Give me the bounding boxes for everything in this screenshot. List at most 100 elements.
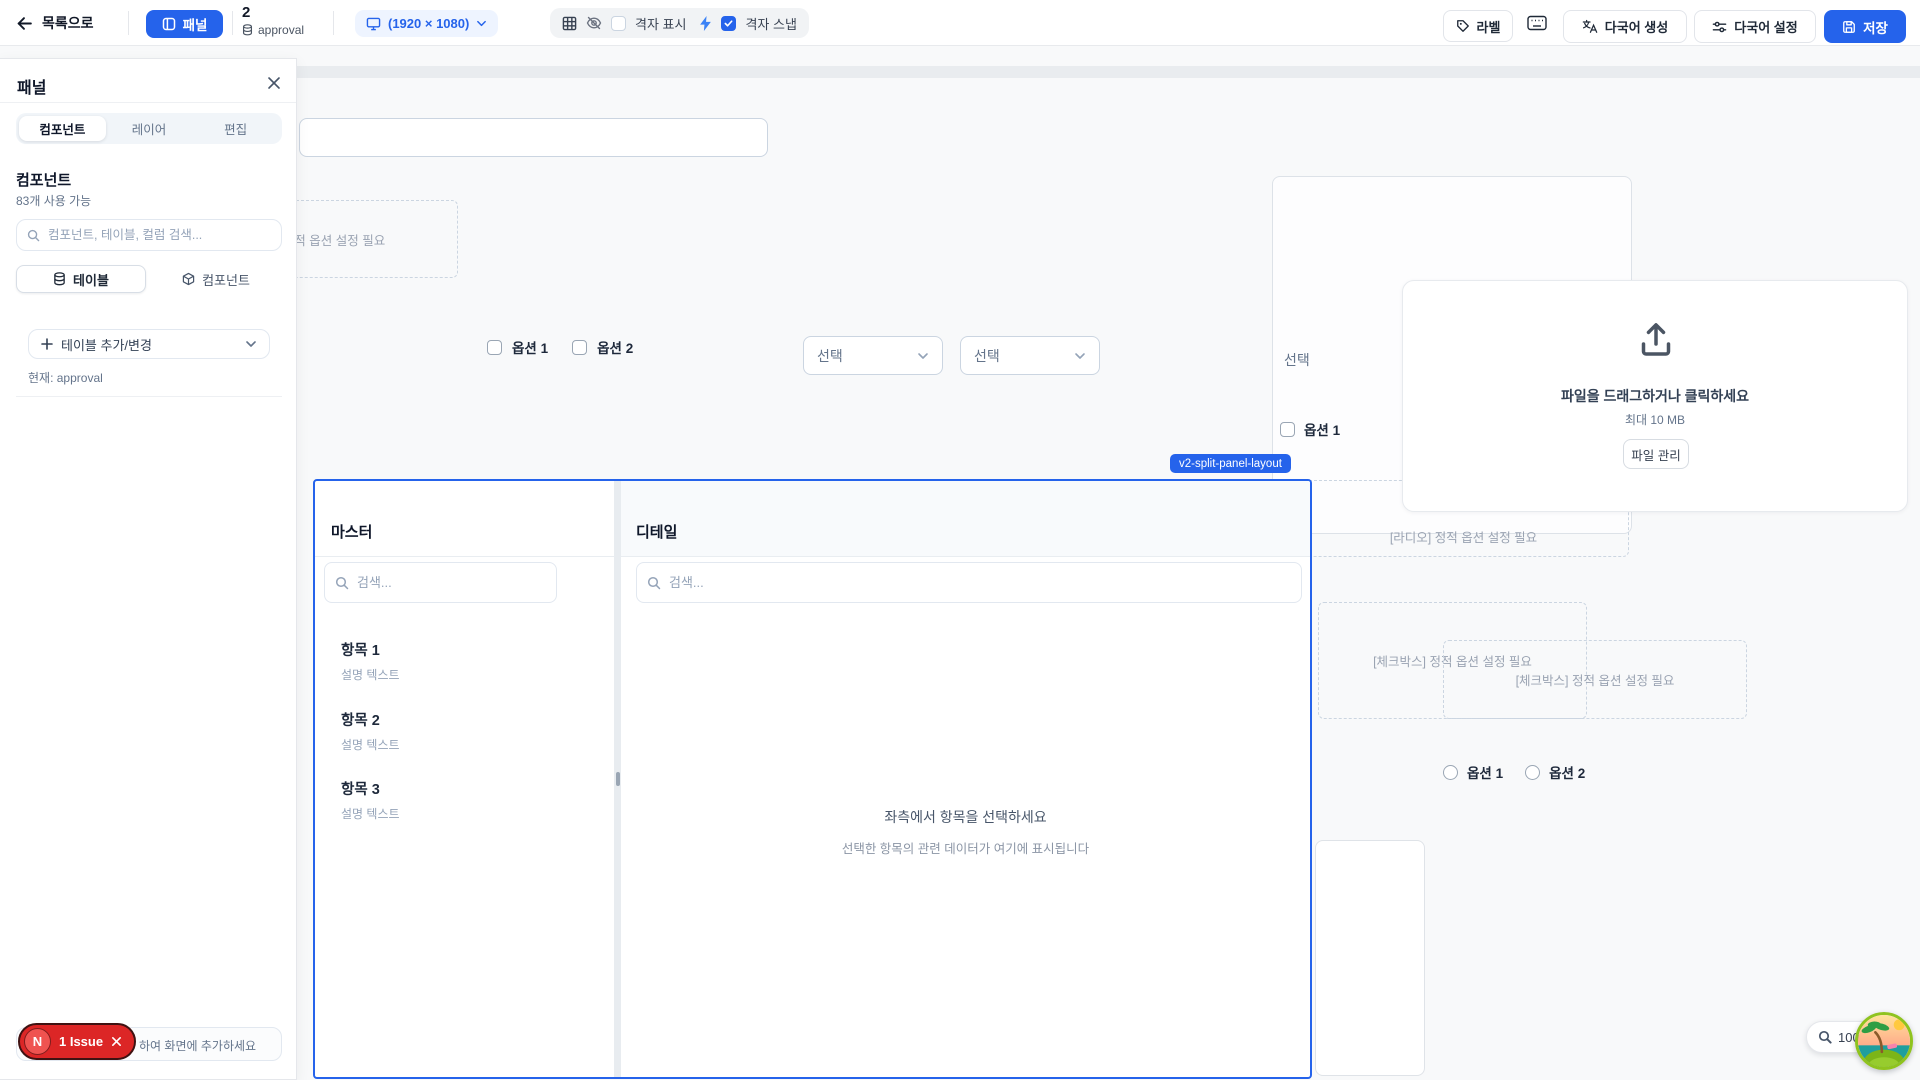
label-button[interactable]: 라벨 (1443, 10, 1513, 42)
close-icon[interactable] (111, 1036, 122, 1047)
save-button-label: 저장 (1863, 17, 1888, 37)
chevron-down-icon (917, 350, 929, 362)
checkbox-option-1[interactable] (487, 340, 502, 355)
panel-title: 패널 (17, 74, 46, 98)
keyboard-icon[interactable] (1527, 15, 1547, 31)
section-title: 컴포넌트 (16, 169, 71, 190)
item-desc: 설명 텍스트 (341, 736, 400, 753)
item-desc: 설명 텍스트 (341, 666, 400, 683)
panel-tabs: 컴포넌트 레이어 편집 (16, 113, 282, 144)
island-avatar[interactable] (1855, 1012, 1913, 1070)
master-header: 마스터 (315, 481, 614, 557)
issue-badge[interactable]: N 1 Issue (18, 1023, 136, 1060)
tables-filter-label: 테이블 (73, 270, 109, 289)
master-list-item[interactable]: 항목 1 설명 텍스트 (341, 639, 400, 683)
container-checkbox[interactable] (1280, 422, 1295, 437)
tables-filter-button[interactable]: 테이블 (16, 265, 146, 293)
section-subtitle: 83개 사용 가능 (16, 192, 91, 209)
item-title: 항목 3 (341, 778, 400, 799)
select-1-value: 선택 (817, 346, 843, 366)
chevron-down-icon (245, 338, 257, 350)
checkbox-static-placeholder-2[interactable]: [체크박스] 정적 옵션 설정 필요 (1443, 640, 1747, 719)
panel-header-divider (0, 102, 296, 103)
back-button[interactable]: 목록으로 (16, 0, 94, 46)
split-panel-component[interactable]: 마스터 항목 1 설명 텍스트 항목 2 설명 텍스트 항목 3 설명 텍스트 (313, 479, 1312, 1079)
radio-static-text: [라디오] 정적 옵션 설정 필요 (1390, 527, 1537, 546)
search-icon (647, 576, 661, 590)
checkbox-static-text-2: [체크박스] 정적 옵션 설정 필요 (1516, 670, 1675, 689)
checkbox-option-1-label: 옵션 1 (512, 337, 548, 357)
select-static-text: 정적 옵션 설정 필요 (283, 230, 385, 249)
detail-empty-state: 좌측에서 항목을 선택하세요 선택한 항목의 관련 데이터가 여기에 표시됩니다 (621, 807, 1310, 857)
label-button-text: 라벨 (1477, 17, 1501, 36)
radio-option-2[interactable] (1525, 765, 1540, 780)
save-icon (1842, 20, 1856, 34)
canvas-empty-box[interactable] (1315, 840, 1425, 1076)
save-button[interactable]: 저장 (1824, 10, 1906, 43)
grid-show-label: 격자 표시 (635, 14, 686, 33)
master-search[interactable] (324, 562, 557, 603)
screen-number: 2 (242, 4, 304, 21)
radio-option-1[interactable] (1443, 765, 1458, 780)
components-filter-button[interactable]: 컴포넌트 (150, 265, 282, 293)
tab-edit[interactable]: 편집 (192, 116, 279, 141)
search-icon (27, 229, 40, 242)
component-search[interactable] (16, 219, 282, 251)
file-upload-card[interactable]: 파일을 드래그하거나 클릭하세요 최대 10 MB 파일 관리 (1402, 280, 1908, 512)
panel-toggle-label: 패널 (183, 14, 208, 34)
upload-icon (1636, 319, 1676, 359)
database-icon (242, 24, 253, 36)
detail-search[interactable] (636, 562, 1302, 603)
plus-icon (41, 338, 53, 350)
panel-left-icon (162, 17, 176, 31)
add-table-dropdown[interactable]: 테이블 추가/변경 (28, 329, 270, 359)
empty-desc: 선택한 항목의 관련 데이터가 여기에 표시됩니다 (621, 838, 1310, 857)
canvas-radio-group: 옵션 1 옵션 2 (1443, 762, 1585, 782)
canvas-checkbox-group: 옵션 1 옵션 2 (487, 337, 633, 357)
split-divider[interactable] (614, 481, 621, 1077)
tab-components[interactable]: 컴포넌트 (19, 116, 106, 141)
add-table-label: 테이블 추가/변경 (61, 335, 237, 354)
master-search-input[interactable] (357, 575, 546, 590)
current-table-label: 현재: approval (28, 369, 103, 386)
chevron-down-icon (1074, 350, 1086, 362)
island-illustration (1858, 1015, 1910, 1067)
tab-layers[interactable]: 레이어 (106, 116, 193, 141)
detail-search-input[interactable] (669, 575, 1291, 590)
upload-limit: 최대 10 MB (1403, 411, 1907, 428)
i18n-settings-button[interactable]: 다국어 설정 (1694, 10, 1816, 43)
eye-off-icon (586, 15, 602, 31)
upload-title: 파일을 드래그하거나 클릭하세요 (1403, 386, 1907, 406)
master-list-item[interactable]: 항목 3 설명 텍스트 (341, 778, 400, 822)
app-root: 정적 옵션 설정 필요 옵션 1 옵션 2 선택 선택 선택 옵션 1 [라디오… (0, 0, 1920, 1080)
canvas-text-input[interactable] (299, 118, 768, 157)
check-icon (724, 19, 733, 28)
issue-badge-logo: N (24, 1028, 51, 1055)
i18n-generate-button[interactable]: 다국어 생성 (1563, 10, 1687, 43)
close-icon[interactable] (267, 76, 281, 90)
translate-icon (1582, 19, 1598, 34)
component-type-badge: v2-split-panel-layout (1170, 454, 1291, 473)
grid-snap-checkbox[interactable] (721, 16, 736, 31)
radio-option-2-label: 옵션 2 (1549, 762, 1585, 782)
panel-toggle-button[interactable]: 패널 (146, 10, 223, 38)
tag-icon (1456, 19, 1470, 33)
top-toolbar: 목록으로 패널 2 approval (1920 × 1080) 격자 표시 (0, 0, 1920, 46)
viewport-size-dropdown[interactable]: (1920 × 1080) (355, 10, 498, 37)
checkbox-option-2[interactable] (572, 340, 587, 355)
component-search-input[interactable] (48, 228, 271, 242)
master-list-item[interactable]: 항목 2 설명 텍스트 (341, 709, 400, 753)
manage-files-button[interactable]: 파일 관리 (1623, 439, 1689, 469)
split-divider-handle[interactable] (616, 772, 620, 786)
canvas-select-1[interactable]: 선택 (803, 336, 943, 375)
screen-table-name: approval (258, 23, 304, 37)
i18n-generate-label: 다국어 생성 (1605, 17, 1668, 36)
canvas-select-2[interactable]: 선택 (960, 336, 1100, 375)
select-2-value: 선택 (974, 346, 1000, 366)
grid-snap-label: 격자 스냅 (745, 14, 796, 33)
drag-hint-text: 하여 화면에 추가하세요 (139, 1037, 256, 1054)
arrow-left-icon (16, 15, 33, 32)
lightning-icon (699, 16, 712, 31)
components-filter-label: 컴포넌트 (202, 270, 250, 289)
grid-show-checkbox[interactable] (611, 16, 626, 31)
